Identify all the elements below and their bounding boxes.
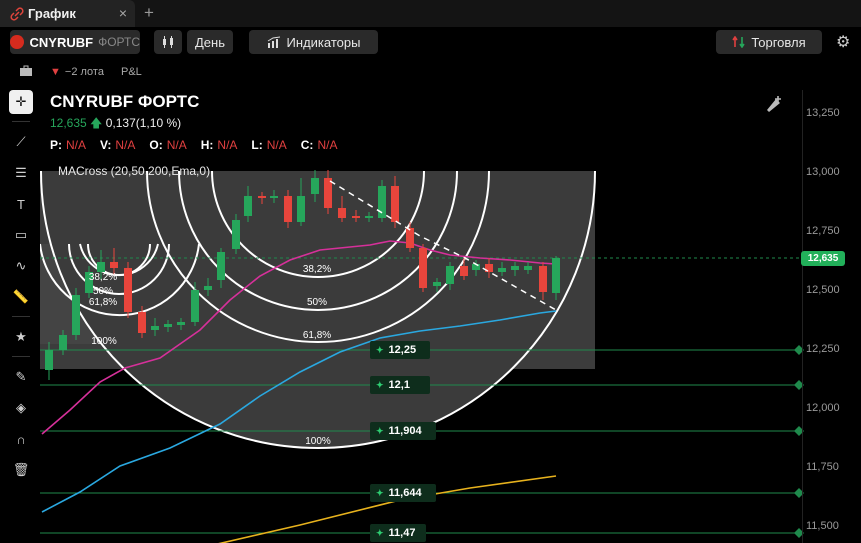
fib-small-label: 38,2% (89, 272, 117, 283)
ohlc-key: V: (100, 138, 112, 152)
ohlc-key: P: (50, 138, 62, 152)
ohlc-item: H: N/A (201, 138, 238, 152)
fib-large-label: 61,8% (303, 330, 331, 341)
ohlc-key: C: (300, 138, 314, 152)
ohlc-item: P: N/A (50, 138, 86, 152)
fib-small-label: 50% (93, 286, 113, 297)
level-icon: ✦ (376, 487, 384, 498)
add-alert-icon[interactable] (764, 95, 784, 118)
fib-labels: 38,2% 50% 61,8% 100% 38,2% 50% 61,8% 100… (89, 264, 331, 447)
level-badge[interactable]: ✦ 12,1 (370, 376, 430, 394)
legend-change: 0,137(1,10 %) (105, 116, 182, 130)
fib-small-label: 100% (91, 336, 117, 347)
level-badge[interactable]: ✦ 12,25 (370, 341, 430, 359)
axis-tick: 12,250 (806, 343, 840, 355)
fib-large-label: 50% (307, 297, 327, 308)
level-value: 12,1 (388, 379, 410, 391)
axis-tick: 11,500 (806, 520, 839, 532)
ohlc-legend: P: N/A V: N/A O: N/A H: N/A L: N/A C: N/A (50, 138, 337, 152)
ohlc-item: V: N/A (100, 138, 135, 152)
level-icon: ✦ (376, 379, 384, 390)
ohlc-item: L: N/A (251, 138, 286, 152)
level-badge[interactable]: ✦ 11,644 (370, 484, 436, 502)
axis-tick: 13,250 (806, 107, 840, 119)
axis-tick: 11,750 (806, 461, 839, 473)
level-badge[interactable]: ✦ 11,47 (370, 524, 426, 542)
level-value: 11,47 (388, 527, 416, 539)
level-value: 11,904 (388, 425, 422, 437)
ohlc-item: C: N/A (301, 138, 338, 152)
ohlc-key: H: (200, 138, 214, 152)
level-badge[interactable]: ✦ 11,904 (370, 422, 436, 440)
ohlc-key: L: (251, 138, 263, 152)
axis-tick: 12,750 (806, 225, 840, 237)
up-arrow-icon: 🡅 (90, 116, 103, 130)
last-price-badge: 12,635 (801, 251, 845, 266)
fib-large-label: 38,2% (303, 264, 331, 275)
chart-title: CNYRUBF ФОРТС (50, 92, 200, 111)
level-icon: ✦ (376, 425, 384, 436)
fib-large-label: 100% (305, 436, 331, 447)
ohlc-key: O: (149, 138, 163, 152)
ohlc-value: N/A (115, 138, 136, 152)
indicator-label[interactable]: MACross (20,50,200,Ema,0) (58, 164, 210, 178)
level-value: 11,644 (388, 487, 422, 499)
level-value: 12,25 (388, 344, 417, 356)
legend-price: 12,635 (50, 116, 87, 130)
fib-small-label: 61,8% (89, 297, 117, 308)
ohlc-item: O: N/A (149, 138, 186, 152)
last-price-legend: 12,635 🡅 0,137(1,10 %) (50, 114, 181, 135)
ohlc-value: N/A (317, 138, 338, 152)
ohlc-value: N/A (266, 138, 287, 152)
level-icon: ✦ (376, 344, 384, 355)
axis-tick: 12,500 (806, 284, 840, 296)
ohlc-value: N/A (66, 138, 87, 152)
price-axis[interactable] (802, 90, 861, 543)
ohlc-value: N/A (166, 138, 187, 152)
axis-tick: 12,000 (806, 402, 840, 414)
level-icon: ✦ (376, 527, 384, 538)
ohlc-value: N/A (217, 138, 238, 152)
axis-tick: 13,000 (806, 166, 840, 178)
